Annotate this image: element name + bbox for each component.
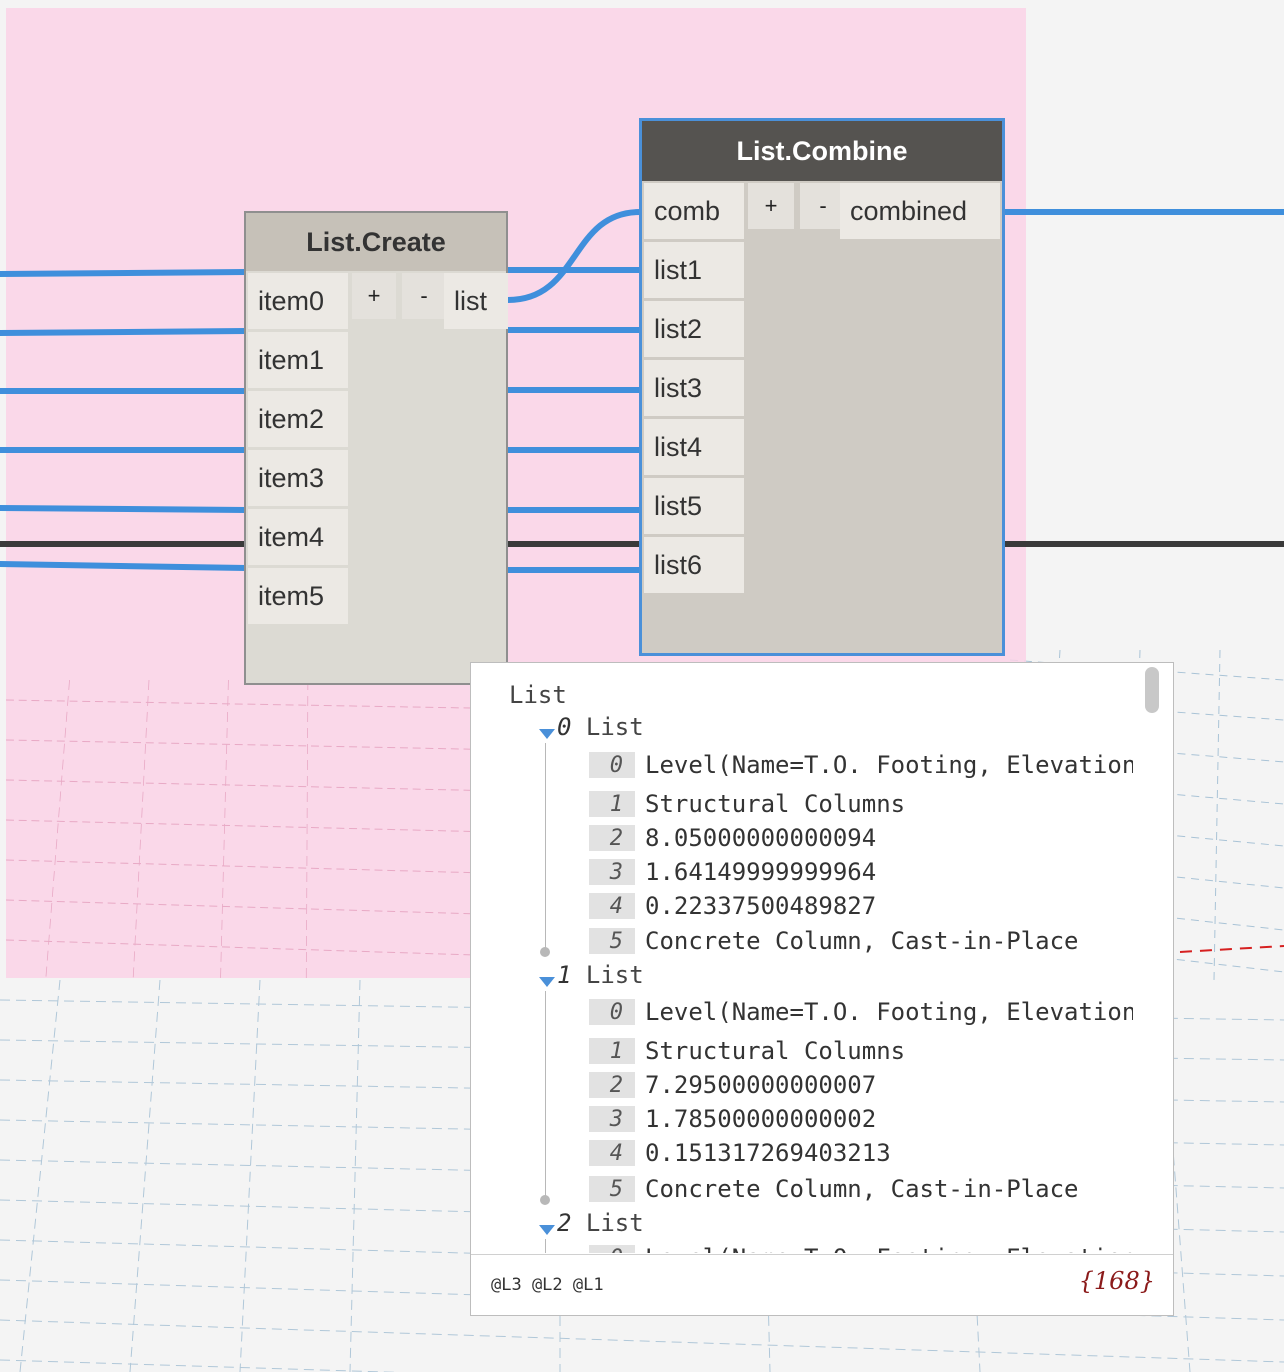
list-item: 4 0.151317269403213 bbox=[589, 1139, 891, 1167]
list-item: 1 Structural Columns bbox=[589, 1037, 905, 1065]
port-list-output[interactable]: list bbox=[444, 273, 508, 329]
list-item: 5 Concrete Column, Cast-in-Place bbox=[589, 1175, 1078, 1203]
port-combined-output[interactable]: combined bbox=[840, 183, 1000, 239]
port-item4[interactable]: item4 bbox=[248, 509, 348, 565]
wire-list-to-comb bbox=[505, 209, 643, 303]
group-header: 1 List bbox=[557, 961, 644, 989]
list-create-node[interactable]: List.Create item0 + - list item1 item2 i… bbox=[244, 211, 508, 685]
port-item1[interactable]: item1 bbox=[248, 332, 348, 388]
list-item: 3 1.64149999999964 bbox=[589, 858, 876, 886]
port-item2[interactable]: item2 bbox=[248, 391, 348, 447]
port-item0[interactable]: item0 bbox=[248, 273, 348, 329]
wire-item5 bbox=[0, 561, 249, 571]
list-item: 2 7.29500000000007 bbox=[589, 1071, 876, 1099]
port-list6[interactable]: list6 bbox=[644, 537, 744, 593]
group-label: List bbox=[585, 1209, 644, 1237]
wire-item4 bbox=[0, 505, 249, 513]
watch-preview-panel[interactable]: List 0 List 0 Level(Name=T.O. Footing, El… bbox=[470, 662, 1174, 1316]
tree-end-dot bbox=[540, 947, 550, 957]
port-list2[interactable]: list2 bbox=[644, 301, 744, 357]
list-create-title: List.Create bbox=[246, 213, 506, 271]
tree-line bbox=[545, 743, 546, 951]
group-header: 0 List bbox=[557, 713, 644, 741]
list-item: 2 8.05000000000094 bbox=[589, 824, 876, 852]
list-item: 1 Structural Columns bbox=[589, 790, 905, 818]
preview-list-scroll-area[interactable]: List 0 List 0 Level(Name=T.O. Footing, El… bbox=[471, 663, 1133, 1253]
preview-root-label: List bbox=[509, 681, 567, 709]
list-item: 5 Concrete Column, Cast-in-Place bbox=[589, 927, 1078, 955]
tree-end-dot bbox=[540, 1195, 550, 1205]
port-list3[interactable]: list3 bbox=[644, 360, 744, 416]
list-item: 0Level(Name=T.O. Footing, Elevation bbox=[589, 751, 1133, 779]
list-combine-title: List.Combine bbox=[642, 121, 1002, 181]
list-item: 4 0.22337500489827 bbox=[589, 892, 876, 920]
list-item: 0Level(Name=T.O. Footing, Elevation bbox=[589, 998, 1133, 1026]
group-label: List bbox=[585, 713, 644, 741]
add-input-button[interactable]: + bbox=[352, 273, 396, 319]
port-list1[interactable]: list1 bbox=[644, 242, 744, 298]
graph-canvas[interactable]: List.Create item0 + - list item1 item2 i… bbox=[0, 0, 1284, 1372]
tree-line bbox=[545, 1239, 546, 1253]
port-item5[interactable]: item5 bbox=[248, 568, 348, 624]
list-levels-label[interactable]: @L3 @L2 @L1 bbox=[491, 1275, 604, 1295]
remove-input-button[interactable]: - bbox=[402, 273, 446, 319]
item-count: {168} bbox=[1078, 1267, 1155, 1295]
port-list5[interactable]: list5 bbox=[644, 478, 744, 534]
port-item3[interactable]: item3 bbox=[248, 450, 348, 506]
port-list4[interactable]: list4 bbox=[644, 419, 744, 475]
list-item: 3 1.78500000000002 bbox=[589, 1105, 876, 1133]
wire-item0 bbox=[0, 269, 249, 277]
group-index: 1 bbox=[557, 961, 572, 989]
group-label: List bbox=[585, 961, 644, 989]
group-header: 2 List bbox=[557, 1209, 644, 1237]
list-item: 0Level(Name=T.O. Footing, Elevation bbox=[589, 1244, 1133, 1253]
wire-item1 bbox=[0, 328, 249, 336]
collapse-arrow-icon[interactable] bbox=[539, 1225, 555, 1235]
port-comb[interactable]: comb bbox=[644, 183, 744, 239]
scrollbar-thumb[interactable] bbox=[1145, 667, 1159, 713]
list-combine-node[interactable]: List.Combine comb + - combined list1 lis… bbox=[639, 118, 1005, 656]
tree-line bbox=[545, 991, 546, 1199]
preview-footer: @L3 @L2 @L1 {168} bbox=[471, 1254, 1173, 1315]
group-index: 0 bbox=[557, 713, 572, 741]
add-input-button[interactable]: + bbox=[748, 183, 794, 229]
group-index: 2 bbox=[557, 1209, 572, 1237]
collapse-arrow-icon[interactable] bbox=[539, 977, 555, 987]
collapse-arrow-icon[interactable] bbox=[539, 729, 555, 739]
